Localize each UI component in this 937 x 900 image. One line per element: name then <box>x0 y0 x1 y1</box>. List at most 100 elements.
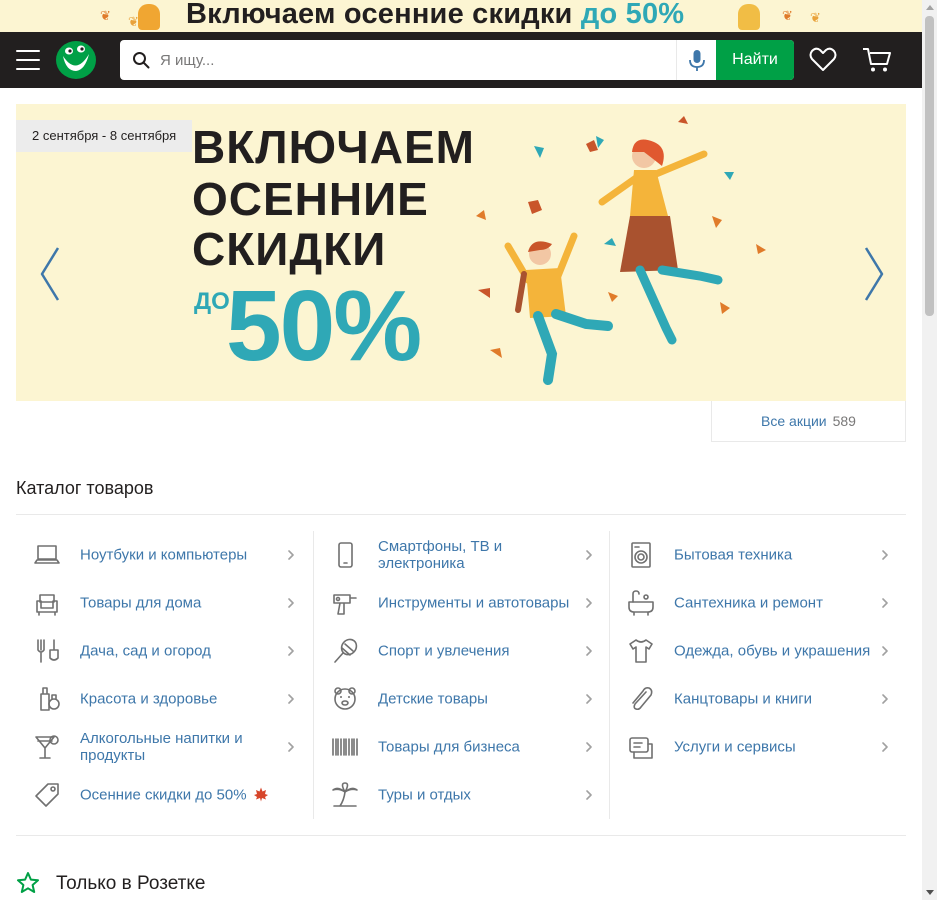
search-icon <box>133 52 150 69</box>
catalog-item[interactable]: Осенние скидки до 50% <box>16 771 312 819</box>
chevron-right-icon <box>586 550 592 560</box>
top-promo-banner[interactable]: ❦ ❦ Включаем осенние скидки до 50% ❦ ❦ <box>0 0 922 32</box>
girl-illustration <box>738 4 760 30</box>
catalog-item-label: Сантехника и ремонт <box>674 594 823 612</box>
catalog-column-2: Смартфоны, ТВ и электроника Инструменты и… <box>313 531 609 819</box>
chevron-right-icon <box>288 646 294 656</box>
teddy-bear-icon <box>334 687 356 710</box>
only-in-rozetka-title: Только в Розетке <box>56 873 206 894</box>
chevron-right-icon <box>586 646 592 656</box>
catalog-item[interactable]: Детские товары <box>314 675 610 723</box>
autumn-people-illustration <box>476 116 766 385</box>
catalog-item[interactable]: Одежда, обувь и украшения <box>610 627 906 675</box>
star-icon <box>17 872 39 893</box>
drill-icon <box>333 594 357 615</box>
chevron-right-icon <box>882 742 888 752</box>
search-submit-button[interactable]: Найти <box>716 40 794 80</box>
armchair-icon <box>36 594 58 616</box>
catalog-item-label: Товары для бизнеса <box>378 738 520 756</box>
catalog-item[interactable]: Алкогольные напитки и продукты <box>16 723 312 771</box>
chevron-right-icon <box>882 646 888 656</box>
catalog-item-label: Смартфоны, ТВ и электроника <box>378 538 503 572</box>
catalog-item[interactable]: Дача, сад и огород <box>16 627 312 675</box>
catalog-item-label: Алкогольные напитки и продукты <box>80 730 243 764</box>
leaf-decoration: ❦ <box>810 10 821 25</box>
hero-prefix: ДО <box>194 288 230 315</box>
paperclip-icon <box>632 687 653 711</box>
prev-slide-button[interactable] <box>36 244 64 304</box>
hero-percent: 50% <box>226 270 422 382</box>
hero-line-3: СКИДКИ <box>192 223 387 275</box>
catalog-item[interactable]: Смартфоны, ТВ и электроника <box>314 531 610 579</box>
catalog-item-label: Детские товары <box>378 690 488 708</box>
all-promotions-link[interactable]: Все акции 589 <box>711 401 906 442</box>
catalog-item[interactable]: Бытовая техника <box>610 531 906 579</box>
catalog-item-label: Товары для дома <box>80 594 202 612</box>
catalog-item-label: Дача, сад и огород <box>80 642 211 660</box>
top-promo-main: Включаем осенние скидки <box>186 0 573 30</box>
catalog-item[interactable]: Инструменты и автотовары <box>314 579 610 627</box>
next-slide-button[interactable] <box>860 244 888 304</box>
chevron-right-icon <box>288 742 294 752</box>
catalog-item-label: Ноутбуки и компьютеры <box>80 546 248 564</box>
chevron-right-icon <box>882 694 888 704</box>
catalog-title: Каталог товаров <box>16 478 154 498</box>
leaf-decoration: ❦ <box>128 14 139 29</box>
leaf-decoration: ❦ <box>782 8 793 23</box>
catalog-item-label: Туры и отдых <box>378 786 471 804</box>
scroll-thumb[interactable] <box>925 16 934 316</box>
all-promotions-label: Все акции <box>761 413 827 429</box>
catalog-column-1: Ноутбуки и компьютеры Товары для дома Дача… <box>16 531 312 819</box>
chevron-right-icon <box>586 598 592 608</box>
catalog-item[interactable]: Товары для бизнеса <box>314 723 610 771</box>
maple-leaf-icon <box>253 787 268 802</box>
scroll-up-arrow[interactable] <box>926 5 934 10</box>
all-promotions-count: 589 <box>832 413 856 429</box>
cocktail-icon <box>35 735 59 759</box>
hero-banner[interactable]: 2 сентября - 8 сентября ВКЛЮЧАЕМ ОСЕННИЕ… <box>16 104 906 401</box>
barcode-icon <box>332 738 358 756</box>
smartphone-icon <box>338 542 353 568</box>
heart-icon[interactable] <box>808 46 838 74</box>
microphone-icon <box>689 50 705 71</box>
laptop-icon <box>34 545 60 564</box>
hero-line-2: ОСЕННИЕ <box>192 173 429 225</box>
chevron-right-icon <box>586 742 592 752</box>
catalog-item[interactable]: Туры и отдых <box>314 771 610 819</box>
menu-burger-button[interactable] <box>16 50 40 70</box>
catalog-item[interactable]: Услуги и сервисы <box>610 723 906 771</box>
catalog-item[interactable]: Сантехника и ремонт <box>610 579 906 627</box>
catalog-column-3: Бытовая техника Сантехника и ремонт Одежда… <box>609 531 905 819</box>
palm-tree-icon <box>332 782 358 807</box>
divider <box>16 835 906 836</box>
catalog-item[interactable]: Ноутбуки и компьютеры <box>16 531 312 579</box>
services-icon <box>629 737 653 759</box>
racket-icon <box>334 638 358 663</box>
catalog-item-label: Одежда, обувь и украшения <box>674 642 871 660</box>
voice-search-button[interactable] <box>676 40 716 80</box>
scroll-down-arrow[interactable] <box>926 890 934 895</box>
chevron-right-icon <box>288 550 294 560</box>
cosmetics-icon <box>40 687 60 711</box>
boy-illustration <box>138 4 160 30</box>
page-scrollbar[interactable] <box>922 0 937 900</box>
cart-icon[interactable] <box>862 46 892 74</box>
catalog-item-label: Инструменты и автотовары <box>378 594 570 612</box>
catalog-item[interactable]: Красота и здоровье <box>16 675 312 723</box>
catalog-item-label: Осенние скидки до 50% <box>80 787 282 804</box>
catalog-item-label: Бытовая техника <box>674 546 793 564</box>
rozetka-logo-icon[interactable] <box>55 40 97 80</box>
tshirt-icon <box>629 639 653 663</box>
catalog-item[interactable]: Канцтовары и книги <box>610 675 906 723</box>
header: Найти <box>0 32 922 88</box>
catalog-item[interactable]: Спорт и увлечения <box>314 627 610 675</box>
chevron-right-icon <box>882 550 888 560</box>
garden-tools-icon <box>37 639 59 663</box>
hero-line-1: ВКЛЮЧАЕМ <box>192 121 475 173</box>
bathtub-icon <box>628 590 654 616</box>
catalog-item[interactable]: Товары для дома <box>16 579 312 627</box>
chevron-right-icon <box>288 598 294 608</box>
chevron-right-icon <box>882 598 888 608</box>
chevron-right-icon <box>586 790 592 800</box>
chevron-right-icon <box>288 694 294 704</box>
